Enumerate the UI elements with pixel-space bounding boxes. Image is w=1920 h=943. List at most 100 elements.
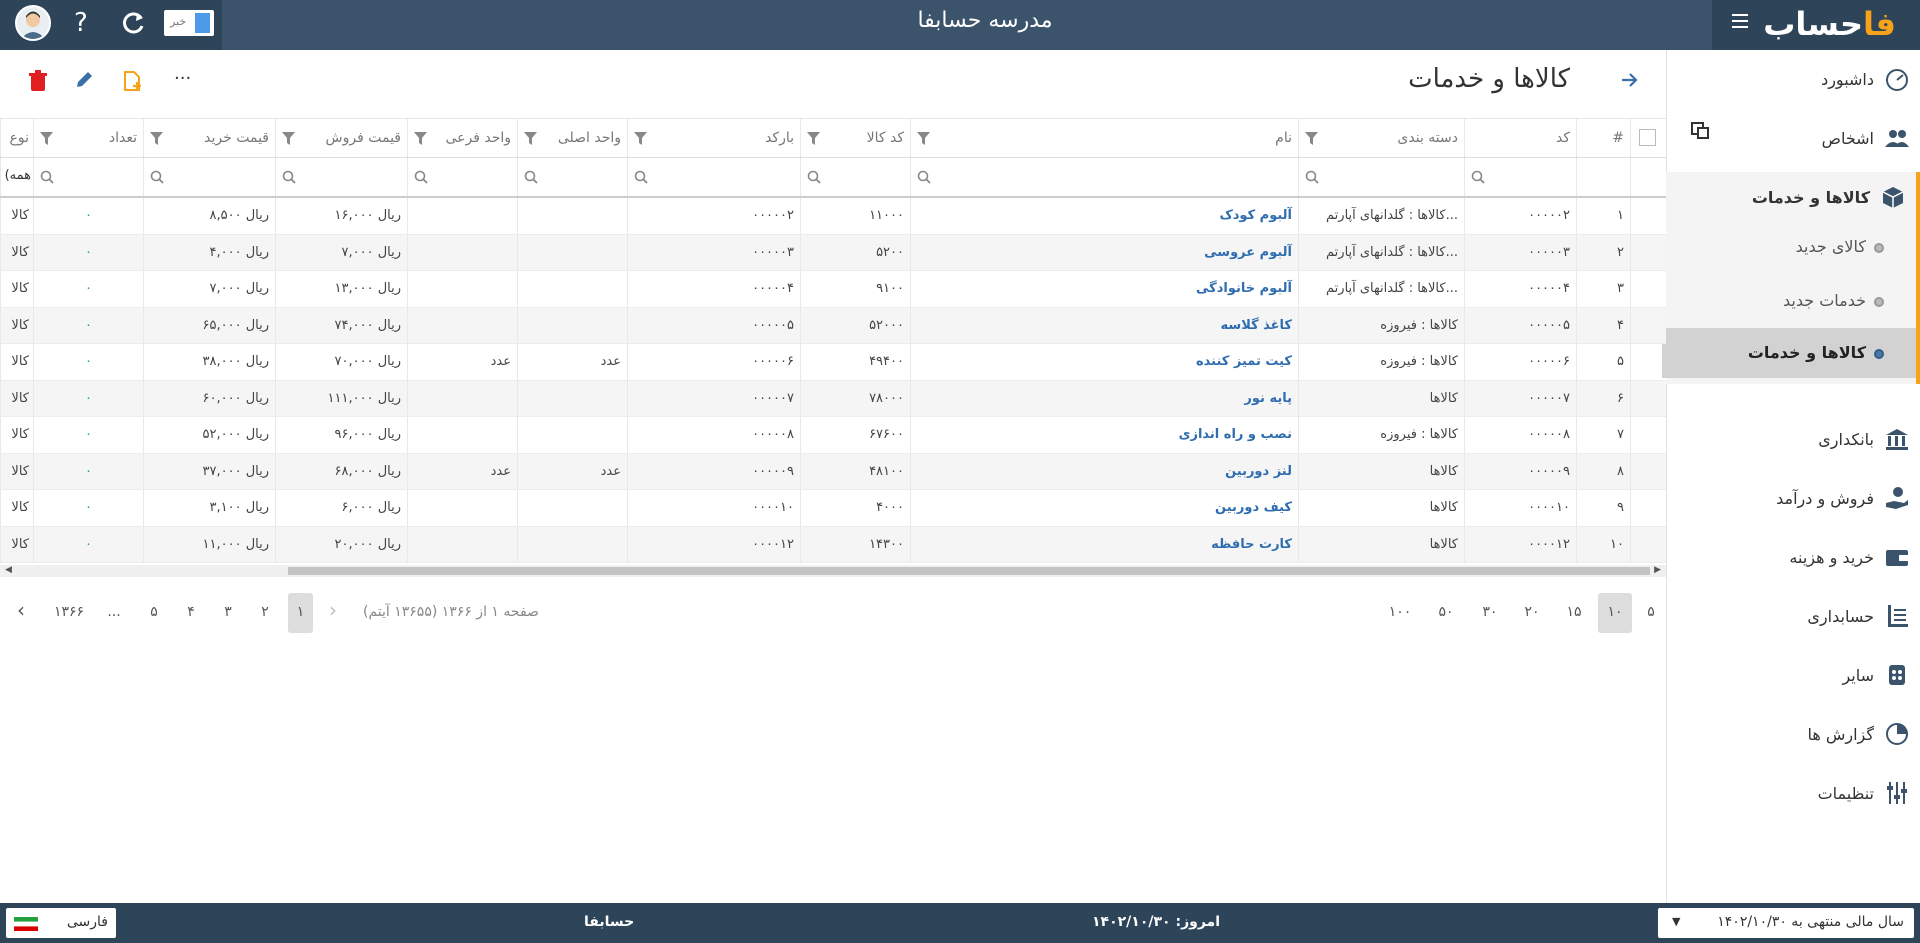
- language-select[interactable]: فارسی: [6, 908, 116, 938]
- header-purchase-price[interactable]: قیمت خرید: [143, 119, 275, 157]
- sidebar-item-dashboard[interactable]: داشبورد: [1666, 54, 1920, 104]
- sidebar-item-people[interactable]: اشخاص: [1666, 113, 1920, 163]
- sidebar-item-reports[interactable]: گزارش ها: [1666, 709, 1920, 759]
- filter-product-code-input[interactable]: [800, 158, 910, 196]
- filter-icon[interactable]: [150, 132, 163, 145]
- filter-icon[interactable]: [414, 132, 427, 145]
- filter-icon[interactable]: [40, 132, 53, 145]
- sidebar-item-accounting[interactable]: حسابداری: [1666, 591, 1920, 641]
- product-name-link[interactable]: آلبوم عروسی: [1204, 245, 1292, 260]
- edit-button[interactable]: [74, 70, 98, 94]
- current-page-button[interactable]: ۱: [288, 593, 313, 633]
- table-row[interactable]: ۷ ۰۰۰۰۰۸ کالاها : فیروزه نصب و راه اندازی ۶۷…: [0, 417, 1666, 454]
- page-size-option[interactable]: ۳۰: [1472, 593, 1508, 633]
- sidebar-item-banking[interactable]: بانکداری: [1666, 414, 1920, 464]
- filter-icon[interactable]: [634, 132, 647, 145]
- add-button[interactable]: [122, 70, 146, 94]
- product-name-link[interactable]: آلبوم کودک: [1219, 208, 1292, 223]
- table-row[interactable]: ۲ ۰۰۰۰۰۳ کالاها : گلدانهای آپارتم... آلبوم …: [0, 234, 1666, 271]
- row-select-cell: [1630, 417, 1666, 453]
- page-size-option[interactable]: ۲۰: [1514, 593, 1550, 633]
- filter-sale-price-input[interactable]: [275, 158, 407, 196]
- select-all-checkbox[interactable]: [1639, 129, 1656, 146]
- back-arrow-icon[interactable]: [1620, 70, 1638, 95]
- prev-page-icon[interactable]: ›: [322, 593, 344, 633]
- filter-barcode-input[interactable]: [627, 158, 800, 196]
- page-button[interactable]: ۴: [177, 593, 205, 633]
- filter-icon[interactable]: [917, 132, 930, 145]
- scroll-left-icon[interactable]: ◀: [5, 565, 12, 575]
- cell-sale-price: ریال ۶,۰۰۰: [275, 490, 407, 526]
- page-size-option[interactable]: ۵۰: [1428, 593, 1464, 633]
- header-product-code[interactable]: کد کالا: [800, 119, 910, 157]
- table-row[interactable]: ۹ ۰۰۰۰۱۰ کالاها کیف دوربین ۴۰۰۰ ۰۰۰۰۱۰ ریال ۶,…: [0, 490, 1666, 527]
- filter-icon[interactable]: [807, 132, 820, 145]
- footer-today: امروز: ۱۴۰۲/۱۰/۳۰: [1092, 914, 1221, 930]
- product-name-link[interactable]: آلبوم خانوادگی: [1196, 281, 1292, 296]
- fiscal-year-select[interactable]: ▼ سال مالی منتهی به ۱۴۰۲/۱۰/۳۰: [1658, 908, 1914, 938]
- page-size-option[interactable]: ۱۵: [1556, 593, 1592, 633]
- sidebar-item-sales[interactable]: فروش و درآمد: [1666, 473, 1920, 523]
- page-button[interactable]: ۲: [251, 593, 279, 633]
- sidebar-sub-products-list[interactable]: کالاها و خدمات: [1662, 328, 1916, 378]
- page-size-selected[interactable]: ۱۰: [1598, 593, 1632, 633]
- filter-code-input[interactable]: [1464, 158, 1576, 196]
- sidebar-item-settings[interactable]: تنظیمات: [1666, 768, 1920, 818]
- product-name-link[interactable]: کیت تمیز کننده: [1196, 354, 1292, 369]
- sidebar-item-purchases[interactable]: خرید و هزینه: [1666, 532, 1920, 582]
- table-row[interactable]: ۵ ۰۰۰۰۰۶ کالاها : فیروزه کیت تمیز کننده ۴۹۴۰…: [0, 344, 1666, 381]
- page-size-option[interactable]: ۵: [1640, 593, 1662, 633]
- cell-name: کیت تمیز کننده: [910, 344, 1298, 380]
- filter-quantity-input[interactable]: [33, 158, 143, 196]
- next-page-icon[interactable]: ‹: [10, 593, 32, 633]
- product-name-link[interactable]: کاغذ گلاسه: [1221, 318, 1292, 333]
- table-row[interactable]: ۱ ۰۰۰۰۰۲ کالاها : گلدانهای آپارتم... آلبوم …: [0, 198, 1666, 235]
- page-button[interactable]: ۳: [214, 593, 242, 633]
- header-category[interactable]: دسته بندی: [1298, 119, 1464, 157]
- delete-button[interactable]: [28, 70, 52, 94]
- header-barcode[interactable]: بارکد: [627, 119, 800, 157]
- sidebar-sub-label: کالای جدید: [1795, 237, 1866, 256]
- table-row[interactable]: ۳ ۰۰۰۰۰۴ کالاها : گلدانهای آپارتم... آلبوم …: [0, 271, 1666, 308]
- page-button[interactable]: ۱۳۶۶: [48, 593, 90, 633]
- filter-sub-unit-input[interactable]: [407, 158, 517, 196]
- horizontal-scrollbar[interactable]: ◀ ▶: [0, 565, 1666, 577]
- product-name-link[interactable]: کیف دوربین: [1215, 500, 1292, 515]
- filter-main-unit-input[interactable]: [517, 158, 627, 196]
- header-quantity[interactable]: تعداد: [33, 119, 143, 157]
- filter-category-input[interactable]: [1298, 158, 1464, 196]
- product-name-link[interactable]: کارت حافظه: [1211, 537, 1292, 552]
- filter-icon[interactable]: [524, 132, 537, 145]
- sidebar-sub-new-service[interactable]: خدمات جدید: [1662, 276, 1916, 326]
- sidebar-item-other[interactable]: سایر: [1666, 650, 1920, 700]
- filter-type-select[interactable]: (همه: [0, 158, 33, 196]
- table-row[interactable]: ۴ ۰۰۰۰۰۵ کالاها : فیروزه کاغذ گلاسه ۵۲۰۰۰ ۰۰۰…: [0, 307, 1666, 344]
- header-code[interactable]: کد: [1464, 119, 1576, 157]
- filter-icon[interactable]: [282, 132, 295, 145]
- header-type[interactable]: نوع: [0, 119, 33, 157]
- scroll-right-icon[interactable]: ▶: [1654, 565, 1661, 575]
- product-name-link[interactable]: نصب و راه اندازی: [1179, 427, 1292, 442]
- cell-name: آلبوم کودک: [910, 198, 1298, 234]
- top-bar: ? خبر مدرسه حسابفا فاحساب: [0, 0, 1920, 50]
- filter-icon[interactable]: [1305, 132, 1318, 145]
- hamburger-menu-icon[interactable]: [1732, 14, 1748, 28]
- product-name-link[interactable]: لنز دوربین: [1225, 464, 1292, 479]
- page-size-option[interactable]: ۱۰۰: [1382, 593, 1418, 633]
- filter-purchase-price-input[interactable]: [143, 158, 275, 196]
- header-sub-unit[interactable]: واحد فرعی: [407, 119, 517, 157]
- more-options-button[interactable]: ···: [174, 68, 198, 92]
- scrollbar-thumb[interactable]: [288, 567, 1650, 575]
- header-name[interactable]: نام: [910, 119, 1298, 157]
- table-row[interactable]: ۶ ۰۰۰۰۰۷ کالاها پایه نور ۷۸۰۰۰ ۰۰۰۰۰۷ ریال ۱۱۱…: [0, 380, 1666, 417]
- header-sale-price[interactable]: قیمت فروش: [275, 119, 407, 157]
- table-row[interactable]: ۱۰ ۰۰۰۰۱۲ کالاها کارت حافظه ۱۴۳۰۰ ۰۰۰۰۱۲ ریال …: [0, 526, 1666, 563]
- page-button[interactable]: ۵: [140, 593, 168, 633]
- filter-name-input[interactable]: [910, 158, 1298, 196]
- sidebar-item-products[interactable]: کالاها و خدمات: [1662, 172, 1916, 222]
- product-name-link[interactable]: پایه نور: [1244, 391, 1292, 406]
- table-row[interactable]: ۸ ۰۰۰۰۰۹ کالاها لنز دوربین ۴۸۱۰۰ ۰۰۰۰۰۹ عدد عدد…: [0, 453, 1666, 490]
- app-logo[interactable]: فاحساب: [1763, 5, 1896, 43]
- sidebar-sub-new-product[interactable]: کالای جدید: [1662, 222, 1916, 272]
- header-main-unit[interactable]: واحد اصلی: [517, 119, 627, 157]
